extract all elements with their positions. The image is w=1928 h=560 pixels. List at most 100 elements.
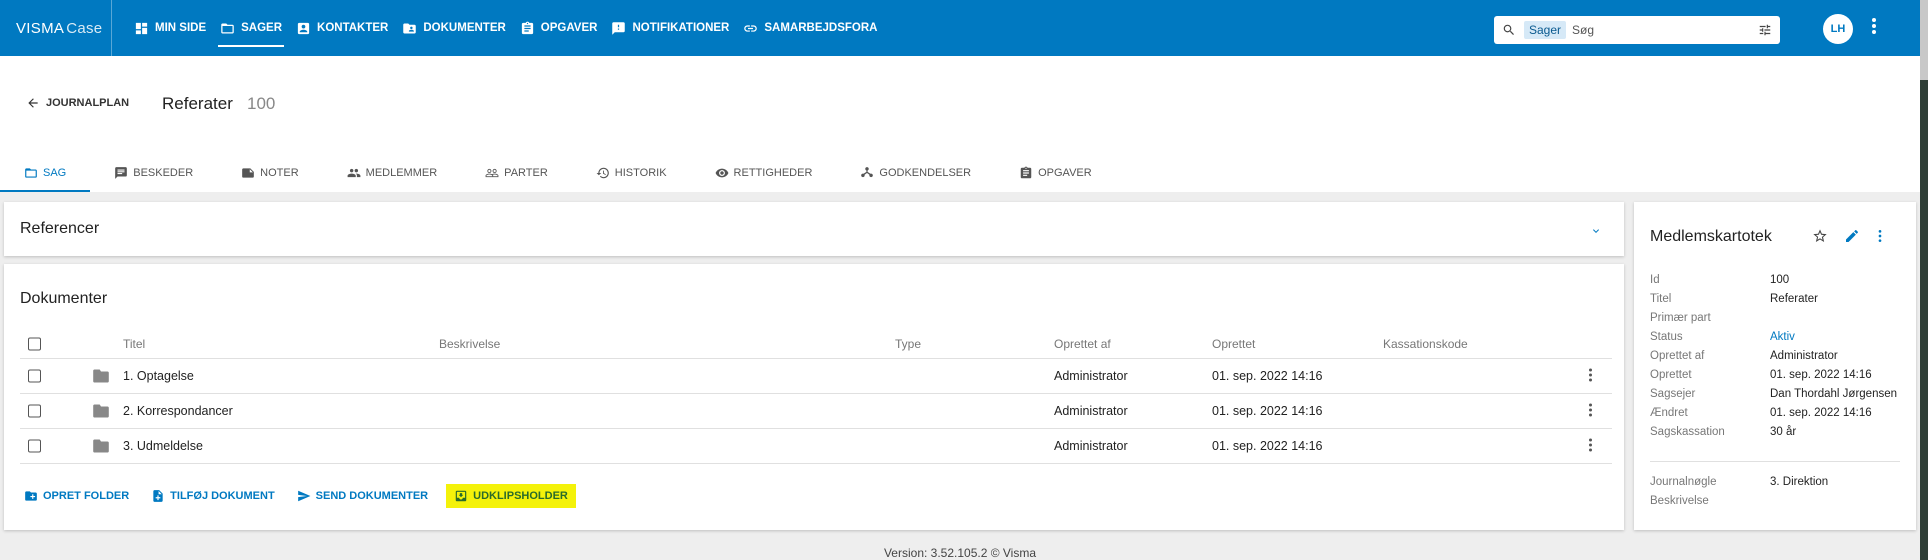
main-nav: MIN SIDE SAGER KONTAKTER DOKUMENTER OPGA… xyxy=(112,0,891,56)
prop-row: Beskrivelse xyxy=(1650,495,1900,514)
row-checkbox[interactable] xyxy=(28,369,41,383)
references-panel[interactable]: Referencer xyxy=(4,202,1624,256)
folder-icon xyxy=(221,23,234,33)
row-created: 01. sep. 2022 14:16 xyxy=(1212,369,1323,383)
nav-label: MIN SIDE xyxy=(155,22,207,34)
col-title[interactable]: Titel xyxy=(123,337,145,351)
prop-value: 30 år xyxy=(1770,426,1797,438)
back-to-journalplan-button[interactable]: JOURNALPLAN xyxy=(26,96,129,110)
nav-kontakter[interactable]: KONTAKTER xyxy=(296,0,388,56)
col-created[interactable]: Oprettet xyxy=(1212,337,1255,351)
tab-godkendelser[interactable]: GODKENDELSER xyxy=(836,154,995,192)
row-checkbox[interactable] xyxy=(28,439,41,453)
chevron-down-icon[interactable] xyxy=(1590,224,1602,236)
tab-sag[interactable]: SAG xyxy=(0,154,91,192)
table-header-row: Titel Beskrivelse Type Oprettet af Opret… xyxy=(20,329,1612,359)
row-created-by: Administrator xyxy=(1054,439,1128,453)
nav-label: DOKUMENTER xyxy=(423,22,506,34)
tab-noter[interactable]: NOTER xyxy=(217,154,323,192)
col-created-by[interactable]: Oprettet af xyxy=(1054,337,1111,351)
row-created-by: Administrator xyxy=(1054,404,1128,418)
prop-row: Oprettet 01. sep. 2022 14:16 xyxy=(1650,369,1900,388)
dashboard-icon xyxy=(135,22,148,34)
message-icon xyxy=(115,167,128,179)
feedback-icon xyxy=(612,21,626,35)
row-title[interactable]: 1. Optagelse xyxy=(123,369,194,383)
table-row[interactable]: 2. Korrespondancer Administrator 01. sep… xyxy=(20,394,1612,429)
nav-label: NOTIFIKATIONER xyxy=(632,22,730,34)
tab-historik[interactable]: HISTORIK xyxy=(572,154,691,192)
row-more-icon[interactable] xyxy=(1586,368,1594,384)
prop-key: Sagskassation xyxy=(1650,426,1725,438)
tab-label: MEDLEMMER xyxy=(365,167,438,179)
member-properties: Id 100 Titel Referater Primær part Status A… xyxy=(1650,274,1900,445)
documents-actions: OPRET FOLDER TILFØJ DOKUMENT SEND DOKUME… xyxy=(20,484,590,508)
tab-opgaver[interactable]: OPGAVER xyxy=(995,154,1116,192)
documents-table: Titel Beskrivelse Type Oprettet af Opret… xyxy=(20,329,1612,464)
folder-shared-icon xyxy=(403,23,417,33)
visma-case-logo[interactable]: VISMA Case xyxy=(0,0,112,56)
table-row[interactable]: 3. Udmeldelse Administrator 01. sep. 202… xyxy=(20,429,1612,464)
nav-dokumenter[interactable]: DOKUMENTER xyxy=(402,0,506,56)
row-title[interactable]: 2. Korrespondancer xyxy=(123,404,233,418)
prop-value: 01. sep. 2022 14:16 xyxy=(1770,369,1872,381)
back-label: JOURNALPLAN xyxy=(46,97,130,109)
tune-icon[interactable] xyxy=(1758,23,1772,37)
prop-row: Ændret 01. sep. 2022 14:16 xyxy=(1650,407,1900,426)
tab-label: RETTIGHEDER xyxy=(733,167,813,179)
tab-medlemmer[interactable]: MEDLEMMER xyxy=(323,154,462,192)
divider xyxy=(1650,461,1900,462)
create-folder-button[interactable]: OPRET FOLDER xyxy=(20,484,133,508)
tab-label: SAG xyxy=(43,167,67,179)
case-number: 100 xyxy=(247,94,276,113)
nav-opgaver[interactable]: OPGAVER xyxy=(520,0,597,56)
row-created: 01. sep. 2022 14:16 xyxy=(1212,404,1323,418)
nav-label: KONTAKTER xyxy=(317,22,389,34)
status-link[interactable]: Aktiv xyxy=(1770,331,1795,350)
clipboard-icon xyxy=(521,21,533,34)
star-icon[interactable] xyxy=(1812,228,1828,244)
tab-beskeder[interactable]: BESKEDER xyxy=(90,154,217,192)
table-row[interactable]: 1. Optagelse Administrator 01. sep. 2022… xyxy=(20,359,1612,394)
col-disposal[interactable]: Kassationskode xyxy=(1383,337,1468,351)
row-more-icon[interactable] xyxy=(1586,403,1594,419)
clipboard-button[interactable]: UDKLIPSHOLDER xyxy=(446,484,576,508)
prop-row: Journalnøgle 3. Direktion xyxy=(1650,476,1900,495)
documents-title: Dokumenter xyxy=(20,290,108,307)
more-vert-icon[interactable] xyxy=(1872,228,1888,244)
nav-samarbejdsfora[interactable]: SAMARBEJDSFORA xyxy=(743,0,877,56)
clipboard-icon xyxy=(1020,166,1032,179)
prop-value: 100 xyxy=(1770,274,1790,286)
search-box[interactable]: Sager Søg xyxy=(1494,16,1780,44)
row-checkbox[interactable] xyxy=(28,404,41,418)
people-outline-icon xyxy=(485,168,499,178)
row-title[interactable]: 3. Udmeldelse xyxy=(123,439,203,453)
window-scrollbar[interactable] xyxy=(1920,0,1928,560)
create-new-folder-icon xyxy=(25,491,37,501)
nav-min-side[interactable]: MIN SIDE xyxy=(134,0,206,56)
col-description[interactable]: Beskrivelse xyxy=(439,337,500,351)
user-avatar[interactable]: LH xyxy=(1823,14,1853,44)
more-vert-icon[interactable] xyxy=(1870,18,1878,38)
prop-key: Sagsejer xyxy=(1650,388,1696,400)
prop-row: Titel Referater xyxy=(1650,293,1900,312)
prop-value: Dan Thordahl Jørgensen xyxy=(1770,388,1897,400)
search-scope-chip[interactable]: Sager xyxy=(1524,21,1567,39)
row-more-icon[interactable] xyxy=(1586,438,1594,454)
search-input[interactable]: Søg xyxy=(1572,23,1758,37)
add-document-button[interactable]: TILFØJ DOKUMENT xyxy=(147,484,279,508)
prop-key: Primær part xyxy=(1650,312,1711,324)
link-icon xyxy=(744,24,758,32)
folder-icon xyxy=(93,369,109,383)
nav-sager[interactable]: SAGER xyxy=(218,0,284,56)
prop-row: Id 100 xyxy=(1650,274,1900,293)
references-title: Referencer xyxy=(20,220,100,237)
send-documents-button[interactable]: SEND DOKUMENTER xyxy=(293,484,432,508)
nav-notifikationer[interactable]: NOTIFIKATIONER xyxy=(611,0,729,56)
select-all-checkbox[interactable] xyxy=(28,337,41,350)
tab-rettigheder[interactable]: RETTIGHEDER xyxy=(691,154,837,192)
col-type[interactable]: Type xyxy=(895,337,921,351)
edit-icon[interactable] xyxy=(1844,228,1860,244)
note-icon xyxy=(242,168,254,178)
tab-parter[interactable]: PARTER xyxy=(461,154,572,192)
